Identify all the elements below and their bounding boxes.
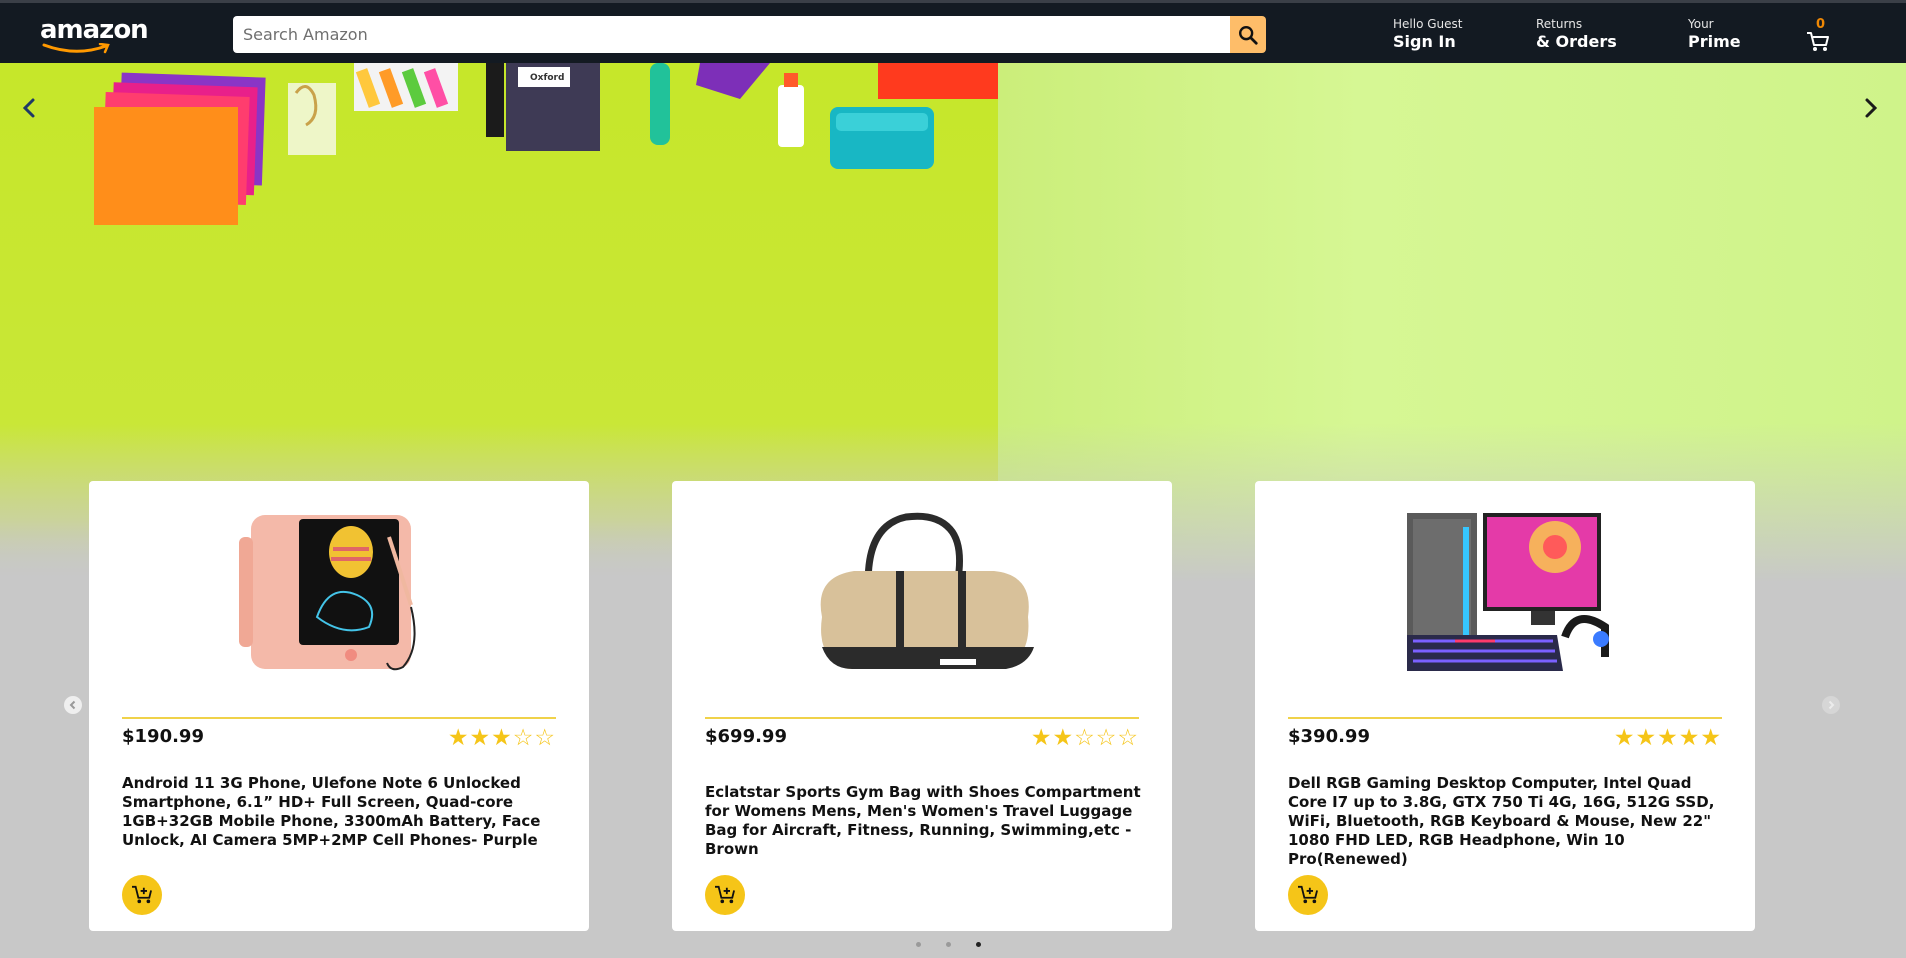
product-image-gym-bag [820, 512, 1034, 669]
chevron-left-icon [69, 700, 76, 710]
logo-smile-icon [42, 43, 110, 54]
product-title[interactable]: Android 11 3G Phone, Ulefone Note 6 Unlo… [122, 774, 562, 850]
search-icon [1239, 25, 1258, 45]
search-button[interactable] [1230, 16, 1266, 53]
hero-prev-button[interactable] [14, 93, 44, 123]
carousel-dots [916, 942, 981, 947]
search-bar [233, 16, 1266, 53]
carousel-dot-active[interactable] [976, 942, 981, 947]
product-price: $390.99 [1288, 726, 1370, 747]
add-cart-icon [132, 885, 152, 904]
account-greeting: Hello Guest [1393, 17, 1463, 31]
logo-text: amazon [40, 15, 149, 45]
product-price: $699.99 [705, 726, 787, 747]
chevron-right-icon [1828, 700, 1835, 710]
add-to-cart-button[interactable] [122, 875, 162, 915]
add-cart-icon [1298, 885, 1318, 904]
product-title[interactable]: Eclatstar Sports Gym Bag with Shoes Comp… [705, 783, 1145, 859]
search-input[interactable] [233, 16, 1230, 53]
star-rating: ★★★★★ [1613, 725, 1722, 751]
returns-label: Returns [1536, 17, 1583, 31]
chevron-left-icon [22, 98, 35, 118]
carousel-dot[interactable] [946, 942, 951, 947]
orders-link[interactable]: & Orders [1536, 31, 1617, 53]
product-card[interactable]: $699.99 ★★☆☆☆ Eclatstar Sports Gym Bag w… [672, 481, 1172, 931]
amazon-logo[interactable]: amazon [40, 15, 149, 54]
products-next-button[interactable] [1822, 696, 1840, 714]
add-to-cart-button[interactable] [1288, 875, 1328, 915]
add-cart-icon [715, 885, 735, 904]
cart-count: 0 [1816, 17, 1826, 32]
star-rating: ★★☆☆☆ [1030, 725, 1139, 751]
sign-in-link[interactable]: Sign In [1393, 31, 1462, 53]
products-prev-button[interactable] [64, 696, 82, 714]
product-image-gaming-pc [1407, 513, 1609, 671]
chevron-right-icon [1865, 98, 1878, 118]
svg-text:Oxford: Oxford [530, 73, 564, 83]
star-rating: ★★★☆☆ [447, 725, 556, 751]
cart-button[interactable]: 0 [1804, 15, 1834, 55]
card-divider [705, 717, 1139, 719]
returns-orders-menu[interactable]: Returns & Orders [1536, 17, 1617, 53]
product-price: $190.99 [122, 726, 204, 747]
product-title[interactable]: Dell RGB Gaming Desktop Computer, Intel … [1288, 774, 1728, 869]
add-to-cart-button[interactable] [705, 875, 745, 915]
hero-next-button[interactable] [1856, 93, 1886, 123]
your-label: Your [1688, 17, 1714, 31]
product-card[interactable]: $390.99 ★★★★★ Dell RGB Gaming Desktop Co… [1255, 481, 1755, 931]
school-supplies-illustration: Oxford [94, 63, 1032, 225]
navbar: amazon Hello Guest Sign In Returns & Ord… [0, 0, 1906, 63]
product-card[interactable]: $190.99 ★★★☆☆ Android 11 3G Phone, Ulefo… [89, 481, 589, 931]
prime-menu[interactable]: Your Prime [1688, 17, 1741, 53]
carousel-dot[interactable] [916, 942, 921, 947]
prime-link[interactable]: Prime [1688, 31, 1741, 53]
account-menu[interactable]: Hello Guest Sign In [1393, 17, 1462, 53]
card-divider [1288, 717, 1722, 719]
card-divider [122, 717, 556, 719]
cart-icon [1807, 32, 1829, 51]
product-image-drawing-tablet [239, 515, 416, 671]
